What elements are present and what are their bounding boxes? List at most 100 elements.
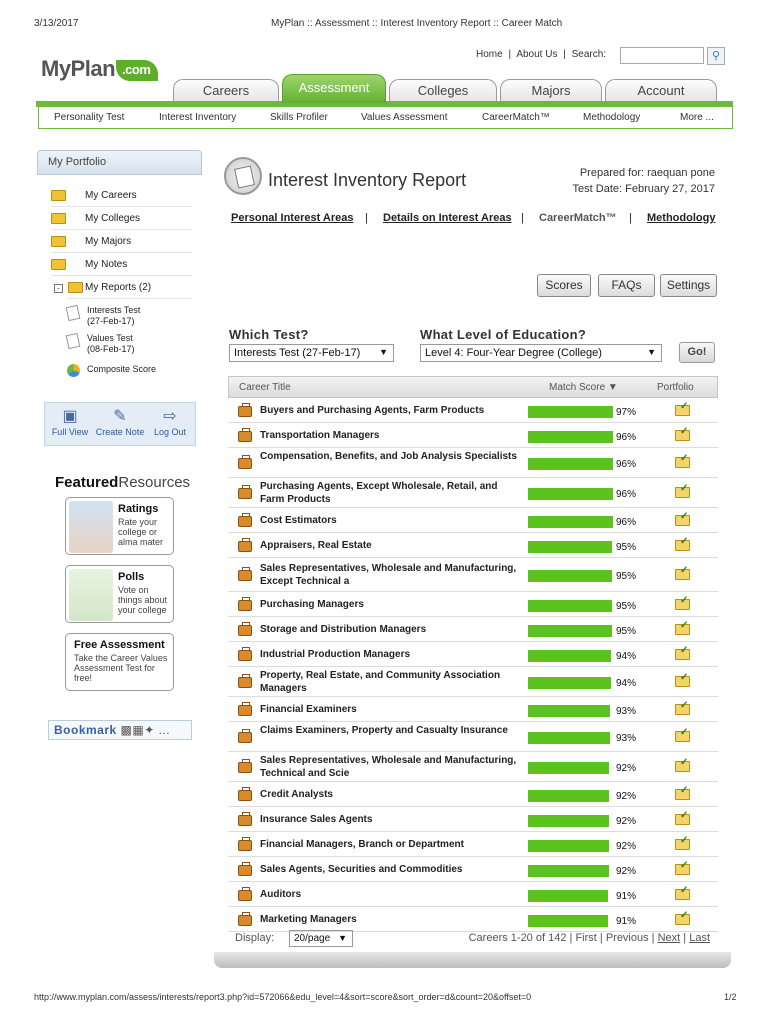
tab-assessment[interactable]: Assessment — [282, 74, 386, 103]
tab-colleges[interactable]: Colleges — [389, 79, 497, 102]
search-input[interactable] — [620, 47, 704, 64]
career-title-link[interactable]: Insurance Sales Agents — [260, 813, 520, 826]
subnav-more[interactable]: More ... — [680, 112, 714, 123]
tab-majors[interactable]: Majors — [500, 79, 602, 102]
add-to-portfolio-icon[interactable] — [675, 453, 690, 468]
education-select[interactable]: Level 4: Four-Year Degree (College) ▼ — [420, 344, 662, 362]
report-icon — [224, 157, 262, 195]
personal-interest-areas-link[interactable]: Personal Interest Areas — [231, 212, 353, 224]
add-to-portfolio-icon[interactable] — [675, 700, 690, 715]
career-title-link[interactable]: Financial Managers, Branch or Department — [260, 838, 520, 851]
career-title-link[interactable]: Property, Real Estate, and Community Ass… — [260, 669, 520, 695]
table-row: Marketing Managers 91% — [228, 907, 718, 932]
last-page-link[interactable]: Last — [689, 932, 710, 944]
add-to-portfolio-icon[interactable] — [675, 727, 690, 742]
full-view-button[interactable]: ▣ Full View — [45, 407, 95, 437]
career-title-link[interactable]: Buyers and Purchasing Agents, Farm Produ… — [260, 404, 520, 417]
add-to-portfolio-icon[interactable] — [675, 595, 690, 610]
add-to-portfolio-icon[interactable] — [675, 536, 690, 551]
col-match-score[interactable]: Match Score ▼ — [549, 382, 618, 393]
table-row: Credit Analysts 92% — [228, 782, 718, 807]
career-title-link[interactable]: Marketing Managers — [260, 913, 520, 926]
settings-button[interactable]: Settings — [660, 274, 717, 297]
sidebar-item-my-reports[interactable]: - My Reports (2) — [54, 276, 192, 299]
career-title-link[interactable]: Sales Agents, Securities and Commodities — [260, 863, 520, 876]
career-title-link[interactable]: Storage and Distribution Managers — [260, 623, 520, 636]
go-button[interactable]: Go! — [679, 342, 715, 363]
sidebar-item-my-careers[interactable]: My Careers — [51, 184, 192, 207]
details-interest-areas-link[interactable]: Details on Interest Areas — [383, 212, 512, 224]
subnav-interest-inventory[interactable]: Interest Inventory — [159, 112, 236, 123]
career-title-link[interactable]: Purchasing Agents, Except Wholesale, Ret… — [260, 480, 520, 506]
add-to-portfolio-icon[interactable] — [675, 426, 690, 441]
add-to-portfolio-icon[interactable] — [675, 511, 690, 526]
methodology-link[interactable]: Methodology — [647, 212, 715, 224]
add-to-portfolio-icon[interactable] — [675, 483, 690, 498]
ratings-card[interactable]: Ratings Rate your college or alma mater — [65, 497, 174, 555]
career-title-link[interactable]: Industrial Production Managers — [260, 648, 520, 661]
match-score-bar — [528, 914, 608, 927]
home-link[interactable]: Home — [476, 49, 503, 60]
log-out-button[interactable]: ⇨ Log Out — [145, 407, 195, 437]
sidebar-item-my-colleges[interactable]: My Colleges — [51, 207, 192, 230]
subnav-methodology[interactable]: Methodology — [583, 112, 640, 123]
subnav-careermatch[interactable]: CareerMatch™ — [482, 112, 550, 123]
table-row: Sales Agents, Securities and Commodities… — [228, 857, 718, 882]
add-to-portfolio-icon[interactable] — [675, 910, 690, 925]
career-title-link[interactable]: Credit Analysts — [260, 788, 520, 801]
results-range: Careers 1-20 of 142 — [468, 932, 567, 944]
add-to-portfolio-icon[interactable] — [675, 620, 690, 635]
sidebar-item-my-notes[interactable]: My Notes — [51, 253, 192, 276]
match-score-bar — [528, 677, 611, 689]
subnav-values-assessment[interactable]: Values Assessment — [361, 112, 448, 123]
career-title-link[interactable]: Purchasing Managers — [260, 598, 520, 611]
tab-careers[interactable]: Careers — [173, 79, 279, 102]
polls-card[interactable]: Polls Vote on things about your college — [65, 565, 174, 623]
match-score-value: 95% — [616, 541, 637, 553]
col-career-title[interactable]: Career Title — [239, 382, 291, 393]
add-to-portfolio-icon[interactable] — [675, 645, 690, 660]
career-title-link[interactable]: Sales Representatives, Wholesale and Man… — [260, 562, 520, 588]
create-note-button[interactable]: ✎ Create Note — [95, 407, 145, 437]
career-title-link[interactable]: Sales Representatives, Wholesale and Man… — [260, 754, 520, 780]
add-to-portfolio-icon[interactable] — [675, 401, 690, 416]
add-to-portfolio-icon[interactable] — [675, 860, 690, 875]
add-to-portfolio-icon[interactable] — [675, 785, 690, 800]
search-icon[interactable]: ⚲ — [707, 47, 725, 65]
match-score-bar — [528, 789, 609, 802]
career-title-link[interactable]: Compensation, Benefits, and Job Analysis… — [260, 450, 520, 463]
bookmark-button[interactable]: Bookmark ▩▦✦ ... — [48, 720, 192, 740]
print-title: MyPlan :: Assessment :: Interest Invento… — [271, 18, 563, 29]
add-to-portfolio-icon[interactable] — [675, 810, 690, 825]
table-row: Property, Real Estate, and Community Ass… — [228, 667, 718, 697]
add-to-portfolio-icon[interactable] — [675, 757, 690, 772]
collapse-icon[interactable]: - — [54, 284, 63, 293]
sidebar-item-my-majors[interactable]: My Majors — [51, 230, 192, 253]
free-assessment-card[interactable]: Free Assessment Take the Career Values A… — [65, 633, 174, 691]
career-title-link[interactable]: Transportation Managers — [260, 429, 520, 442]
career-title-link[interactable]: Claims Examiners, Property and Casualty … — [260, 724, 520, 737]
add-to-portfolio-icon[interactable] — [675, 565, 690, 580]
add-to-portfolio-icon[interactable] — [675, 672, 690, 687]
match-score-value: 96% — [616, 459, 637, 470]
table-row: Purchasing Managers 95% — [228, 592, 718, 617]
scores-button[interactable]: Scores — [537, 274, 591, 297]
career-title-link[interactable]: Auditors — [260, 888, 520, 901]
per-page-select[interactable]: 20/page ▼ — [289, 930, 353, 947]
which-test-select[interactable]: Interests Test (27-Feb-17) ▼ — [229, 344, 394, 362]
briefcase-icon — [238, 621, 252, 636]
next-page-link[interactable]: Next — [658, 932, 681, 944]
about-link[interactable]: About Us — [516, 49, 557, 60]
add-to-portfolio-icon[interactable] — [675, 885, 690, 900]
briefcase-icon — [238, 402, 252, 417]
career-title-link[interactable]: Appraisers, Real Estate — [260, 539, 520, 552]
faqs-button[interactable]: FAQs — [598, 274, 655, 297]
subnav-skills-profiler[interactable]: Skills Profiler — [270, 112, 328, 123]
subnav-personality-test[interactable]: Personality Test — [54, 112, 124, 123]
tab-account[interactable]: Account — [605, 79, 717, 102]
career-title-link[interactable]: Financial Examiners — [260, 703, 520, 716]
add-to-portfolio-icon[interactable] — [675, 835, 690, 850]
display-label: Display: — [235, 932, 275, 944]
briefcase-icon — [238, 537, 252, 552]
career-title-link[interactable]: Cost Estimators — [260, 514, 520, 527]
